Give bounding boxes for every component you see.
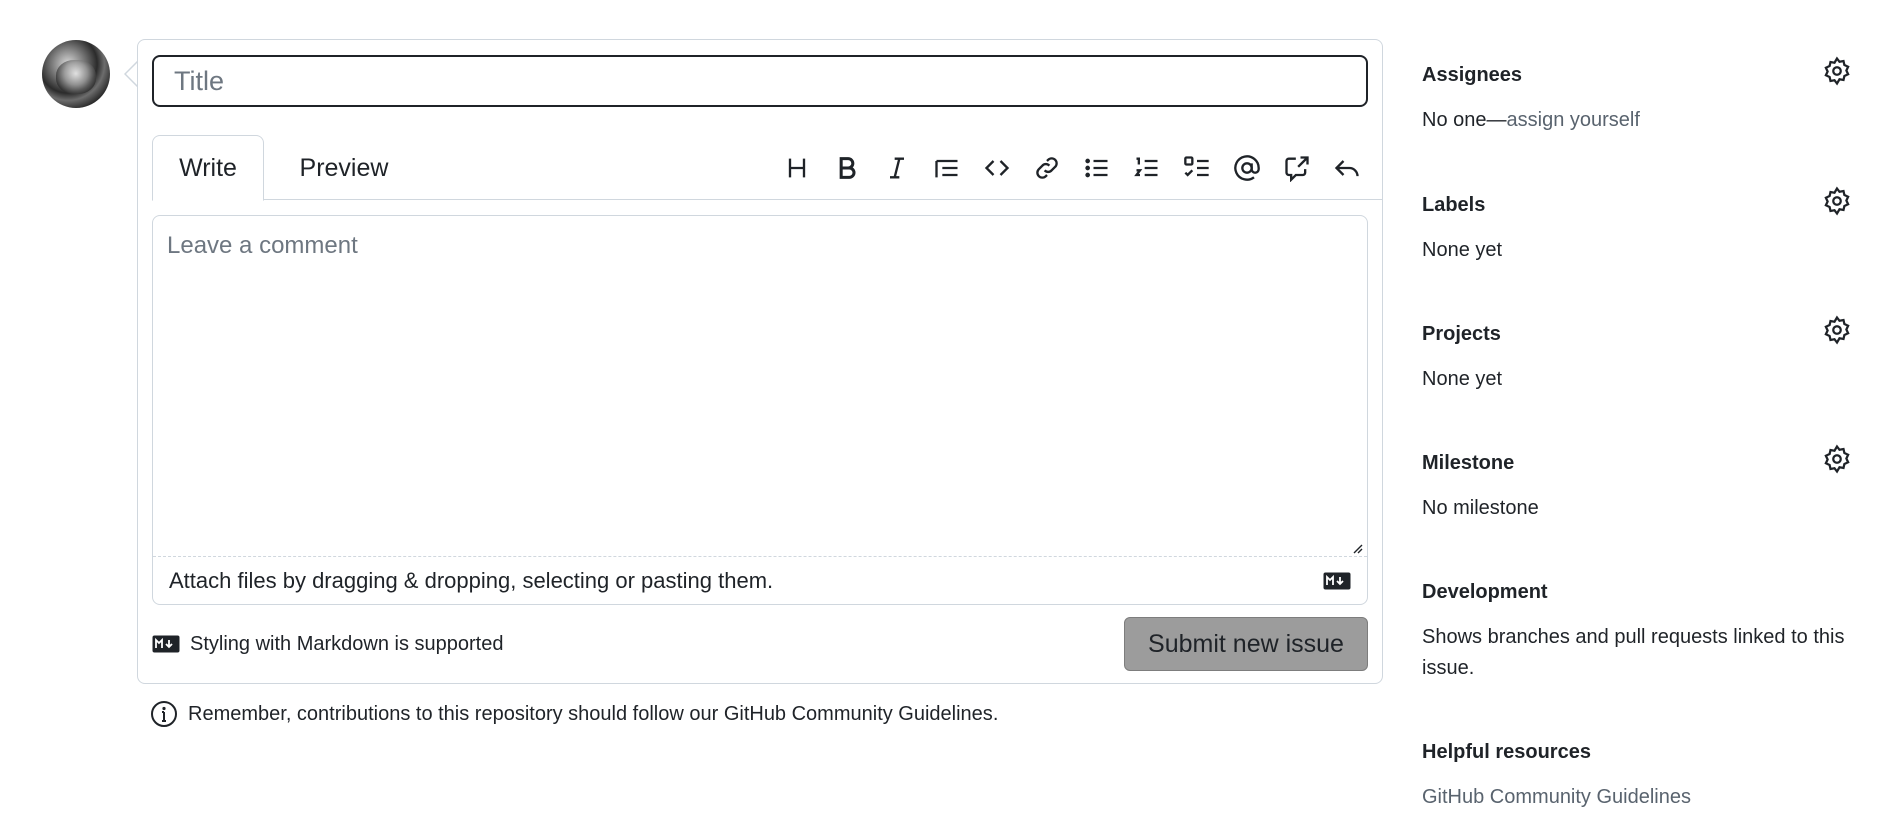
code-icon[interactable] (978, 149, 1016, 187)
labels-heading[interactable]: Labels (1422, 194, 1862, 217)
comment-textarea[interactable] (153, 216, 1367, 556)
tab-preview[interactable]: Preview (274, 135, 414, 201)
assignees-none: No one— (1422, 109, 1507, 131)
community-guidelines-link[interactable]: GitHub Community Guidelines (724, 703, 993, 725)
composer-footer: Styling with Markdown is supported Submi… (152, 617, 1368, 671)
mention-icon[interactable] (1228, 149, 1266, 187)
markdown-note: Styling with Markdown is supported (152, 633, 503, 656)
user-avatar[interactable] (42, 40, 110, 108)
info-icon (151, 701, 177, 727)
markdown-icon (152, 635, 180, 653)
tab-write[interactable]: Write (152, 135, 264, 201)
development-section: Development Shows branches and pull requ… (1422, 581, 1862, 741)
assignees-gear-icon[interactable] (1822, 56, 1852, 86)
editor-tabbar: Write Preview (152, 135, 1382, 201)
projects-value: None yet (1422, 368, 1503, 390)
labels-section: Labels None yet (1422, 186, 1862, 323)
italic-icon[interactable] (878, 149, 916, 187)
milestone-gear-icon[interactable] (1822, 444, 1852, 474)
assignees-value: No one—assign yourself (1422, 105, 1862, 136)
bulleted-list-icon[interactable] (1078, 149, 1116, 187)
submit-new-issue-button[interactable]: Submit new issue (1124, 617, 1368, 671)
markdown-note-text: Styling with Markdown is supported (190, 632, 504, 655)
task-list-icon[interactable] (1178, 149, 1216, 187)
resize-handle[interactable] (1351, 542, 1363, 554)
development-value: Shows branches and pull requests linked … (1422, 626, 1845, 679)
bold-icon[interactable] (828, 149, 866, 187)
reply-icon[interactable] (1328, 149, 1366, 187)
contribution-reminder: Remember, contributions to this reposito… (150, 700, 998, 728)
reminder-text: Remember, contributions to this reposito… (188, 702, 724, 725)
issue-sidebar: Assignees No one—assign yourself Labels … (1422, 56, 1862, 813)
comment-editor: Attach files by dragging & dropping, sel… (152, 215, 1368, 605)
assign-yourself-link[interactable]: assign yourself (1507, 109, 1640, 131)
assignees-heading[interactable]: Assignees (1422, 64, 1862, 87)
attach-files-bar[interactable]: Attach files by dragging & dropping, sel… (153, 556, 1367, 605)
cross-reference-icon[interactable] (1278, 149, 1316, 187)
quote-icon[interactable] (928, 149, 966, 187)
reminder-suffix: . (992, 702, 999, 725)
numbered-list-icon[interactable] (1128, 149, 1166, 187)
helpful-guidelines-link[interactable]: GitHub Community Guidelines (1422, 782, 1862, 813)
issue-composer: Write Preview (137, 39, 1383, 684)
assignees-section: Assignees No one—assign yourself (1422, 56, 1862, 194)
helpful-resources-section: Helpful resources GitHub Community Guide… (1422, 741, 1862, 813)
link-icon[interactable] (1028, 149, 1066, 187)
milestone-section: Milestone No milestone (1422, 444, 1862, 581)
labels-value: None yet (1422, 239, 1503, 261)
heading-icon[interactable] (778, 149, 816, 187)
markdown-toolbar (778, 135, 1366, 200)
title-input[interactable] (152, 55, 1368, 107)
attach-files-text: Attach files by dragging & dropping, sel… (169, 568, 774, 593)
labels-gear-icon[interactable] (1822, 186, 1852, 216)
markdown-icon[interactable] (1323, 572, 1351, 590)
projects-gear-icon[interactable] (1822, 315, 1852, 345)
development-heading: Development (1422, 581, 1548, 603)
helpful-resources-heading: Helpful resources (1422, 741, 1591, 763)
milestone-heading[interactable]: Milestone (1422, 452, 1862, 475)
projects-section: Projects None yet (1422, 315, 1862, 452)
projects-heading[interactable]: Projects (1422, 323, 1862, 346)
milestone-value: No milestone (1422, 497, 1539, 519)
